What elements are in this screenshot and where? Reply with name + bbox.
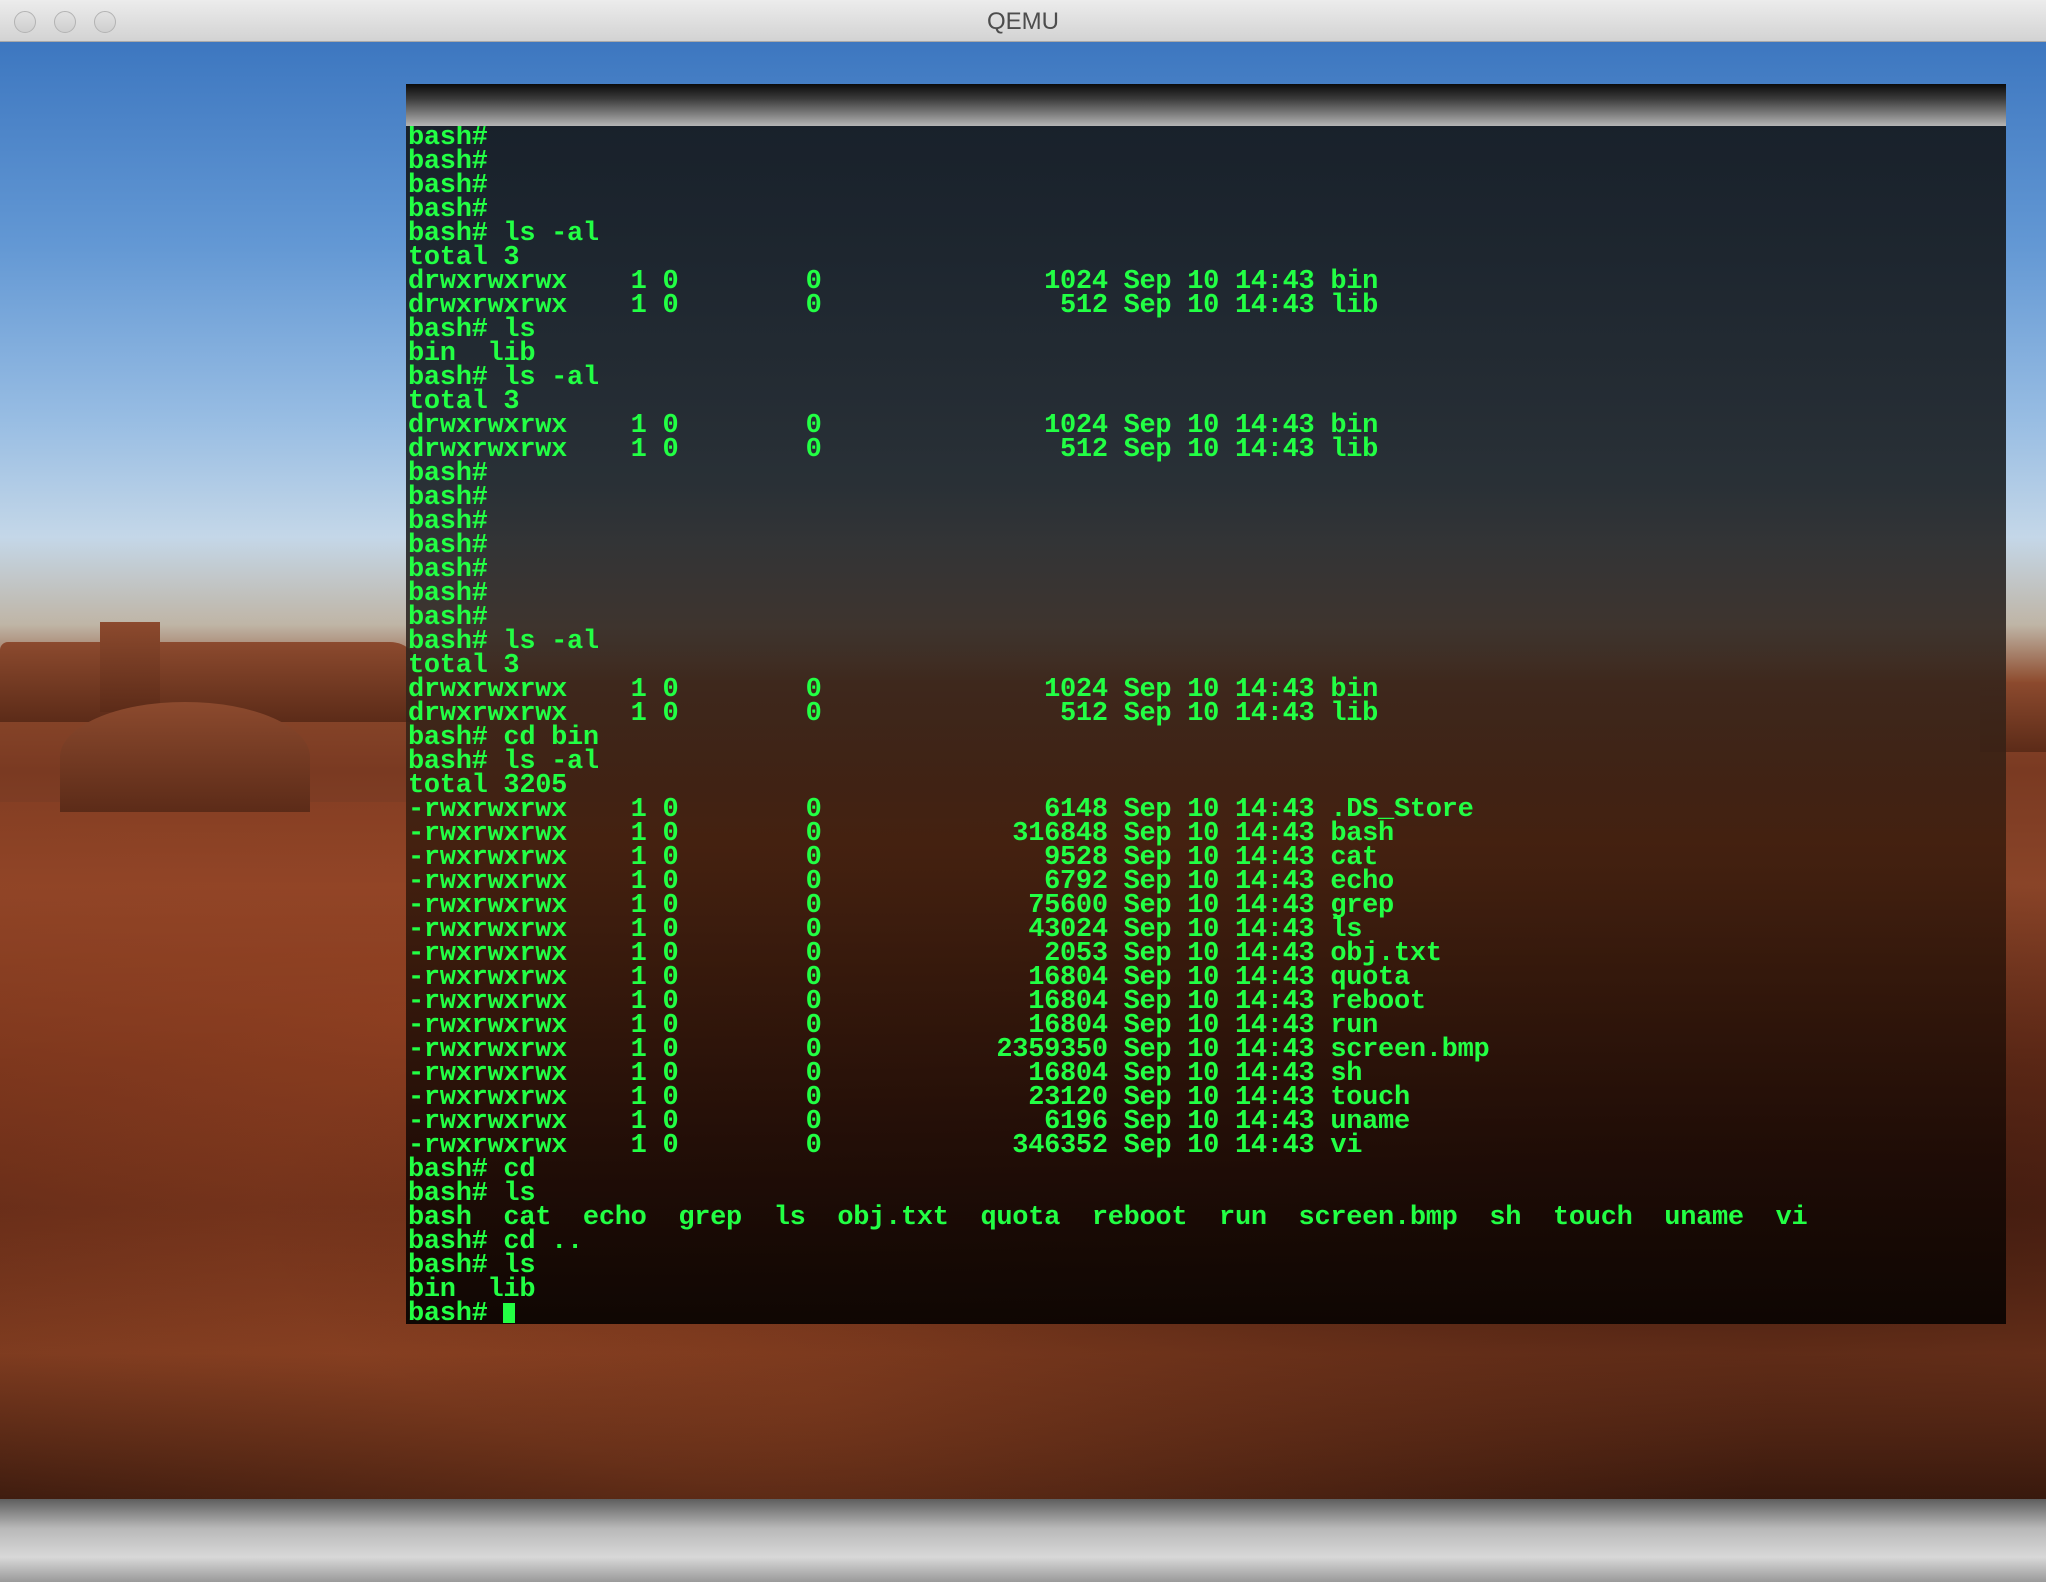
terminal-line: bash# ls (408, 315, 536, 345)
terminal-line: bash# ls -al (408, 747, 599, 777)
terminal-line: bash# ls -al (408, 627, 599, 657)
terminal-line: bash cat echo grep ls obj.txt quota rebo… (408, 1203, 1808, 1233)
terminal-prompt-line[interactable]: bash# (408, 1299, 2006, 1325)
window-titlebar[interactable]: QEMU (0, 0, 2046, 42)
terminal-line: bash# cd bin (408, 723, 599, 753)
terminal-line: bash# (408, 507, 488, 537)
terminal-line: bash# (408, 483, 488, 513)
wallpaper-butte-base (60, 702, 310, 812)
terminal-line: bash# (408, 531, 488, 561)
terminal-line: -rwxrwxrwx 1 0 0 346352 Sep 10 14:43 vi (408, 1131, 1363, 1161)
terminal-console[interactable]: bash# bash# bash# bash# bash# ls -al total 3d… (406, 126, 2006, 1324)
terminal-line: bin lib (408, 339, 536, 369)
window-bottom-bar (0, 1499, 2046, 1582)
terminal-line: drwxrwxrwx 1 0 0 512 Sep 10 14:43 lib (408, 291, 1379, 321)
wallpaper-butte (100, 622, 160, 712)
terminal-line: bash# (408, 195, 488, 225)
terminal-line: bash# (408, 126, 488, 153)
terminal-line: bin lib (408, 1275, 536, 1305)
terminal-line: bash# ls -al (408, 363, 599, 393)
terminal-prompt: bash# (408, 1299, 504, 1325)
terminal-line: bash# ls -al (408, 219, 599, 249)
terminal-output: bash# bash# bash# bash# bash# ls -al total 3d… (408, 126, 2006, 1305)
window-title: QEMU (987, 8, 1059, 35)
terminal-line: bash# (408, 147, 488, 177)
terminal-line: bash# ls (408, 1251, 536, 1281)
terminal-line: bash# (408, 555, 488, 585)
terminal-line: bash# (408, 603, 488, 633)
text-cursor (503, 1302, 516, 1323)
terminal-line: bash# cd .. (408, 1227, 583, 1257)
terminal-line: bash# (408, 579, 488, 609)
terminal-line: bash# (408, 171, 488, 201)
console-top-bar (406, 84, 2006, 126)
terminal-line: bash# (408, 459, 488, 489)
terminal-line: drwxrwxrwx 1 0 0 512 Sep 10 14:43 lib (408, 435, 1379, 465)
terminal-line: bash# cd (408, 1155, 536, 1185)
terminal-line: drwxrwxrwx 1 0 0 512 Sep 10 14:43 lib (408, 699, 1379, 729)
